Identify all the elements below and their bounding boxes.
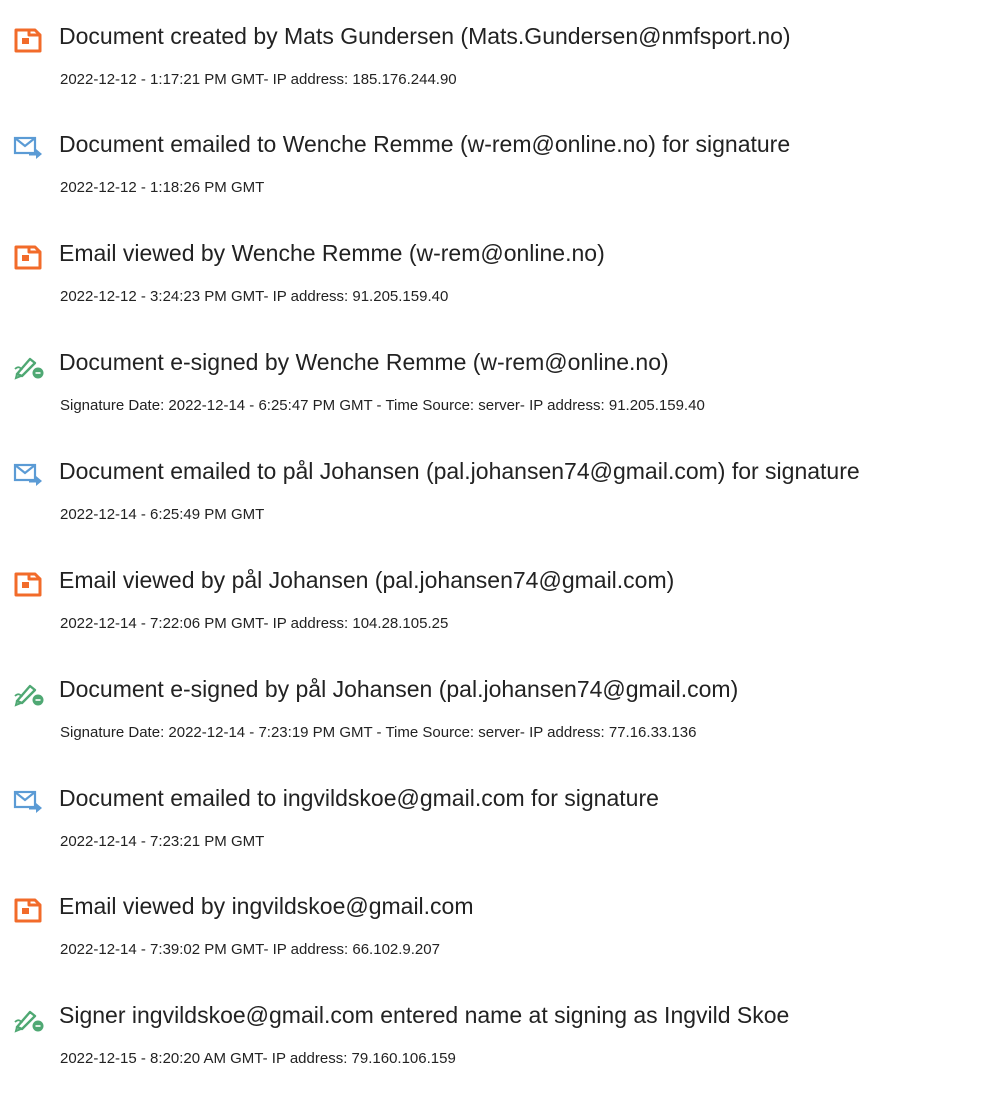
entry-detail: 2022-12-14 - 7:39:02 PM GMT- IP address:…: [60, 941, 440, 958]
entry-title: Document e-signed by pål Johansen (pal.j…: [59, 676, 739, 702]
document-icon: [13, 570, 45, 598]
audit-entry: Document emailed to ingvildskoe@gmail.co…: [0, 777, 989, 857]
entry-title: Email viewed by pål Johansen (pal.johans…: [59, 567, 675, 593]
entry-title: Document emailed to Wenche Remme (w-rem@…: [59, 131, 791, 157]
document-icon: [13, 243, 45, 271]
audit-entry: Document e-signed by Wenche Remme (w-rem…: [0, 341, 989, 421]
audit-entry: Email viewed by ingvildskoe@gmail.com 20…: [0, 885, 989, 965]
entry-title: Email viewed by ingvildskoe@gmail.com: [59, 893, 474, 919]
entry-detail: 2022-12-12 - 1:17:21 PM GMT- IP address:…: [60, 71, 457, 88]
entry-title: Email viewed by Wenche Remme (w-rem@onli…: [59, 240, 605, 266]
audit-entry: Email viewed by Wenche Remme (w-rem@onli…: [0, 232, 989, 312]
entry-title: Document created by Mats Gundersen (Mats…: [59, 23, 791, 49]
audit-entry: Document emailed to Wenche Remme (w-rem@…: [0, 123, 989, 203]
entry-detail: 2022-12-12 - 1:18:26 PM GMT: [60, 179, 265, 196]
entry-title: Signer ingvildskoe@gmail.com entered nam…: [59, 1002, 790, 1028]
document-icon: [13, 896, 45, 924]
audit-entry: Document created by Mats Gundersen (Mats…: [0, 15, 989, 95]
entry-detail: 2022-12-12 - 3:24:23 PM GMT- IP address:…: [60, 288, 449, 305]
signature-pen-icon: [13, 352, 45, 380]
audit-entry: Document emailed to pål Johansen (pal.jo…: [0, 450, 989, 530]
email-sent-icon: [13, 134, 45, 162]
document-icon: [13, 26, 45, 54]
signature-pen-icon: [13, 1005, 45, 1033]
entry-title: Document e-signed by Wenche Remme (w-rem…: [59, 349, 669, 375]
signature-pen-icon: [13, 679, 45, 707]
entry-title: Document emailed to pål Johansen (pal.jo…: [59, 458, 860, 484]
audit-entry: Signer ingvildskoe@gmail.com entered nam…: [0, 994, 989, 1074]
entry-detail: Signature Date: 2022-12-14 - 7:23:19 PM …: [60, 724, 697, 741]
audit-entry: Document e-signed by pål Johansen (pal.j…: [0, 668, 989, 748]
entry-detail: 2022-12-14 - 6:25:49 PM GMT: [60, 506, 265, 523]
entry-detail: 2022-12-14 - 7:22:06 PM GMT- IP address:…: [60, 615, 449, 632]
email-sent-icon: [13, 788, 45, 816]
entry-detail: 2022-12-14 - 7:23:21 PM GMT: [60, 833, 265, 850]
entry-detail: Signature Date: 2022-12-14 - 6:25:47 PM …: [60, 397, 705, 414]
audit-entry: Email viewed by pål Johansen (pal.johans…: [0, 559, 989, 639]
email-sent-icon: [13, 461, 45, 489]
entry-title: Document emailed to ingvildskoe@gmail.co…: [59, 785, 659, 811]
entry-detail: 2022-12-15 - 8:20:20 AM GMT- IP address:…: [60, 1050, 456, 1067]
